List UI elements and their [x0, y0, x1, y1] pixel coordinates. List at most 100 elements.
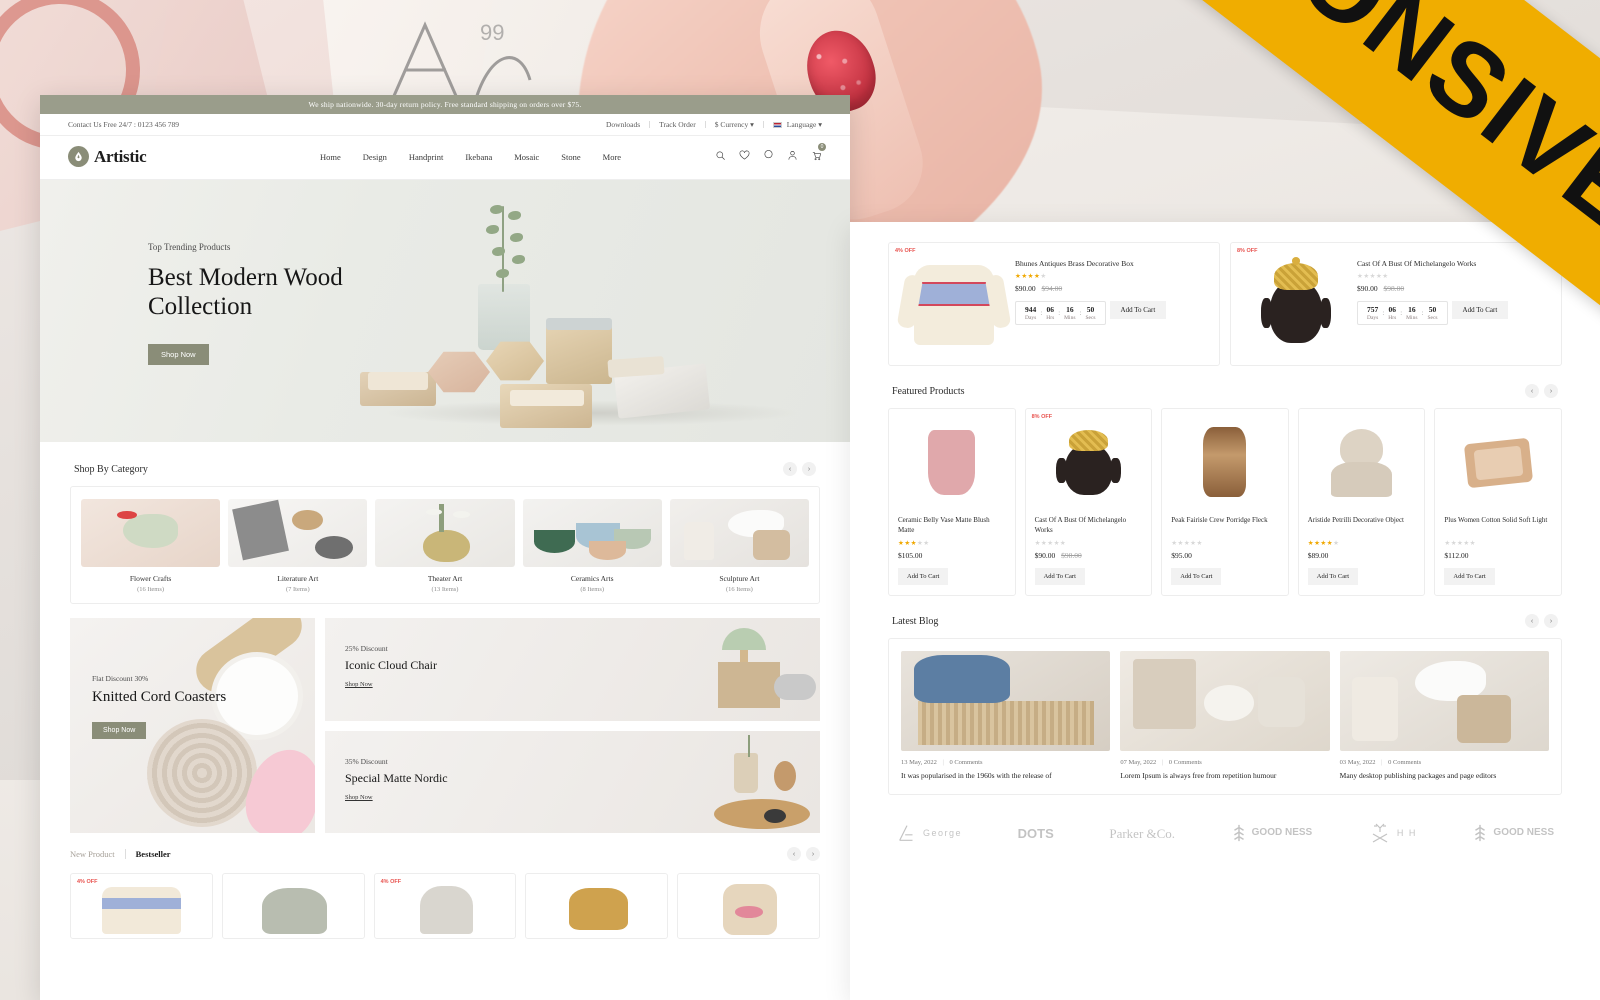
nav-item-stone[interactable]: Stone	[561, 152, 580, 162]
product-name: Cast Of A Bust Of Michelangelo Works	[1034, 516, 1127, 535]
blog-title[interactable]: Many desktop publishing packages and pag…	[1340, 771, 1549, 782]
chevron-down-icon: ▾	[750, 119, 754, 129]
brand-logo-parker[interactable]: Parker &Co.	[1109, 827, 1175, 840]
banner-shop-now-link[interactable]: Shop Now	[345, 681, 373, 688]
language-selector[interactable]: Language ▾	[764, 121, 822, 129]
product-name: Aristide Petrilli Decorative Object	[1307, 516, 1405, 524]
nav-item-home[interactable]: Home	[320, 152, 341, 162]
tab-new-product[interactable]: New Product	[70, 849, 115, 859]
blog-date: 07 May, 2022	[1120, 759, 1157, 767]
banner-knitted-cord-coasters[interactable]: Flat Discount 30% Knitted Cord Coasters …	[70, 618, 315, 833]
banner-special-matte-nordic[interactable]: 35% Discount Special Matte Nordic Shop N…	[325, 730, 820, 833]
brand-name: GOOD NESS	[1493, 827, 1554, 839]
add-to-cart-button[interactable]: Add To Cart	[1109, 301, 1167, 319]
currency-label: $ Currency	[714, 119, 749, 129]
blog-title[interactable]: It was popularised in the 1960s with the…	[901, 771, 1110, 782]
product-card[interactable]	[525, 873, 669, 939]
discount-badge: 4% OFF	[77, 879, 98, 885]
blog-image	[1339, 651, 1549, 752]
blog-prev-button[interactable]: ‹	[1525, 614, 1539, 629]
add-to-cart-button[interactable]: Add To Cart	[1034, 568, 1085, 586]
add-to-cart-button[interactable]: Add To Cart	[1171, 568, 1222, 585]
blog-post-card[interactable]: 13 May, 2022 | 0 Comments It was popular…	[901, 651, 1111, 782]
account-user-icon[interactable]	[787, 148, 798, 166]
downloads-link[interactable]: Downloads	[597, 121, 651, 129]
brand-logo-goodness[interactable]: GOOD NESS	[1472, 823, 1554, 843]
hero-shop-now-button[interactable]: Shop Now	[148, 343, 209, 365]
product-card[interactable]	[221, 873, 365, 939]
category-image	[81, 499, 221, 567]
products-next-button[interactable]: ›	[806, 847, 820, 861]
currency-selector[interactable]: $ Currency ▾	[706, 121, 764, 129]
add-to-cart-button[interactable]: Add To Cart	[1444, 568, 1495, 585]
banner-eyebrow: Flat Discount 30%	[92, 674, 149, 683]
deal-product-name: Cast Of A Bust Of Michelangelo Works	[1357, 259, 1477, 268]
category-next-button[interactable]: ›	[802, 462, 816, 476]
product-card[interactable]	[677, 873, 820, 939]
flag-icon	[772, 121, 782, 128]
nav-item-mosaic[interactable]: Mosaic	[514, 152, 539, 162]
product-card[interactable]: 8% OFF Cast Of A Bust Of Michelangelo Wo…	[1024, 408, 1153, 597]
blog-post-card[interactable]: 07 May, 2022 | 0 Comments Lorem Ipsum is…	[1120, 651, 1330, 782]
nav-icons: 0	[715, 142, 826, 166]
search-icon[interactable]	[715, 148, 726, 166]
nav-item-ikebana[interactable]: Ikebana	[465, 152, 492, 162]
category-name: Theater Art	[427, 574, 463, 583]
brand-logo-hh-deer[interactable]: H H	[1368, 821, 1417, 845]
brand-logo-dots[interactable]: DOTS	[1018, 826, 1054, 841]
category-item[interactable]: Literature Art (7 Items)	[228, 499, 368, 593]
category-item[interactable]: Ceramics Arts (8 Items)	[522, 499, 662, 593]
add-to-cart-button[interactable]: Add To Cart	[1451, 301, 1509, 319]
track-order-link[interactable]: Track Order	[650, 121, 706, 129]
timer-secs-label: Secs	[1427, 315, 1438, 321]
category-item[interactable]: Theater Art (13 Items)	[375, 499, 515, 593]
blog-title[interactable]: Lorem Ipsum is always free from repetiti…	[1120, 771, 1329, 782]
product-card[interactable]: 4% OFF	[373, 873, 517, 939]
category-prev-button[interactable]: ‹	[783, 462, 797, 476]
featured-prev-button[interactable]: ‹	[1525, 384, 1539, 398]
rating-stars: ★★★★★	[1034, 540, 1067, 548]
tab-bestseller[interactable]: Bestseller	[136, 849, 171, 859]
product-card[interactable]: Aristide Petrilli Decorative Object ★★★★…	[1297, 408, 1426, 597]
product-card[interactable]: Peak Fairisle Crew Porridge Fleck ★★★★★ …	[1161, 408, 1289, 597]
product-card[interactable]: Ceramic Belly Vase Matte Blush Matte ★★★…	[888, 408, 1016, 597]
wheat-icon	[1475, 824, 1486, 842]
meta-divider: |	[1381, 759, 1383, 767]
blog-post-card[interactable]: 03 May, 2022 | 0 Comments Many desktop p…	[1339, 651, 1549, 782]
cart-count-badge: 0	[818, 142, 826, 151]
timer-days-label: Days	[1367, 315, 1379, 321]
nav-links: Home Design Handprint Ikebana Mosaic Sto…	[320, 152, 715, 162]
category-item[interactable]: Sculpture Art (16 Items)	[669, 499, 810, 593]
product-image	[1035, 418, 1143, 506]
nav-item-design[interactable]: Design	[363, 152, 387, 162]
nav-item-handprint[interactable]: Handprint	[409, 152, 443, 162]
cart-icon[interactable]: 0	[811, 142, 826, 166]
blog-comments: 0 Comments	[949, 759, 983, 767]
add-to-cart-button[interactable]: Add To Cart	[898, 568, 949, 586]
banner-shop-now-button[interactable]: Shop Now	[92, 721, 147, 739]
product-card[interactable]: 4% OFF	[70, 873, 213, 939]
banner-iconic-cloud-chair[interactable]: 25% Discount Iconic Cloud Chair Shop Now	[325, 618, 820, 721]
featured-next-button[interactable]: ›	[1544, 384, 1558, 398]
wishlist-heart-icon[interactable]	[739, 148, 750, 166]
brand-logo[interactable]: Artistic	[68, 146, 278, 167]
deal-card[interactable]: 8% OFF Cast Of A Bust Of Michelangelo Wo…	[1230, 242, 1562, 366]
category-item[interactable]: Flower Crafts (16 Items)	[81, 499, 221, 593]
price-original: $98.00	[1061, 551, 1082, 561]
main-navbar: Artistic Home Design Handprint Ikebana M…	[40, 136, 850, 180]
blog-next-button[interactable]: ›	[1544, 614, 1558, 629]
add-to-cart-button[interactable]: Add To Cart	[1307, 568, 1359, 585]
timer-hrs-value: 06	[1388, 305, 1396, 314]
brand-logo-george[interactable]: George	[896, 822, 962, 844]
products-prev-button[interactable]: ‹	[787, 847, 801, 861]
deal-card[interactable]: 4% OFF Bhunes Antiques Brass Decorative …	[888, 242, 1220, 366]
product-card[interactable]: Plus Women Cotton Solid Soft Light ★★★★★…	[1434, 408, 1562, 597]
product-tabs-section: New Product Bestseller ‹ › 4% OFF 4% OFF	[40, 833, 850, 939]
nav-item-more[interactable]: More	[603, 152, 621, 162]
brand-name: DOTS	[1017, 825, 1054, 841]
banner-shop-now-link[interactable]: Shop Now	[345, 794, 373, 801]
brand-logo-goodness[interactable]: GOOD NESS	[1231, 823, 1312, 843]
compare-icon[interactable]	[763, 148, 774, 166]
timer-secs-value: 50	[1086, 305, 1095, 314]
deal-product-name: Bhunes Antiques Brass Decorative Box	[1015, 259, 1134, 268]
